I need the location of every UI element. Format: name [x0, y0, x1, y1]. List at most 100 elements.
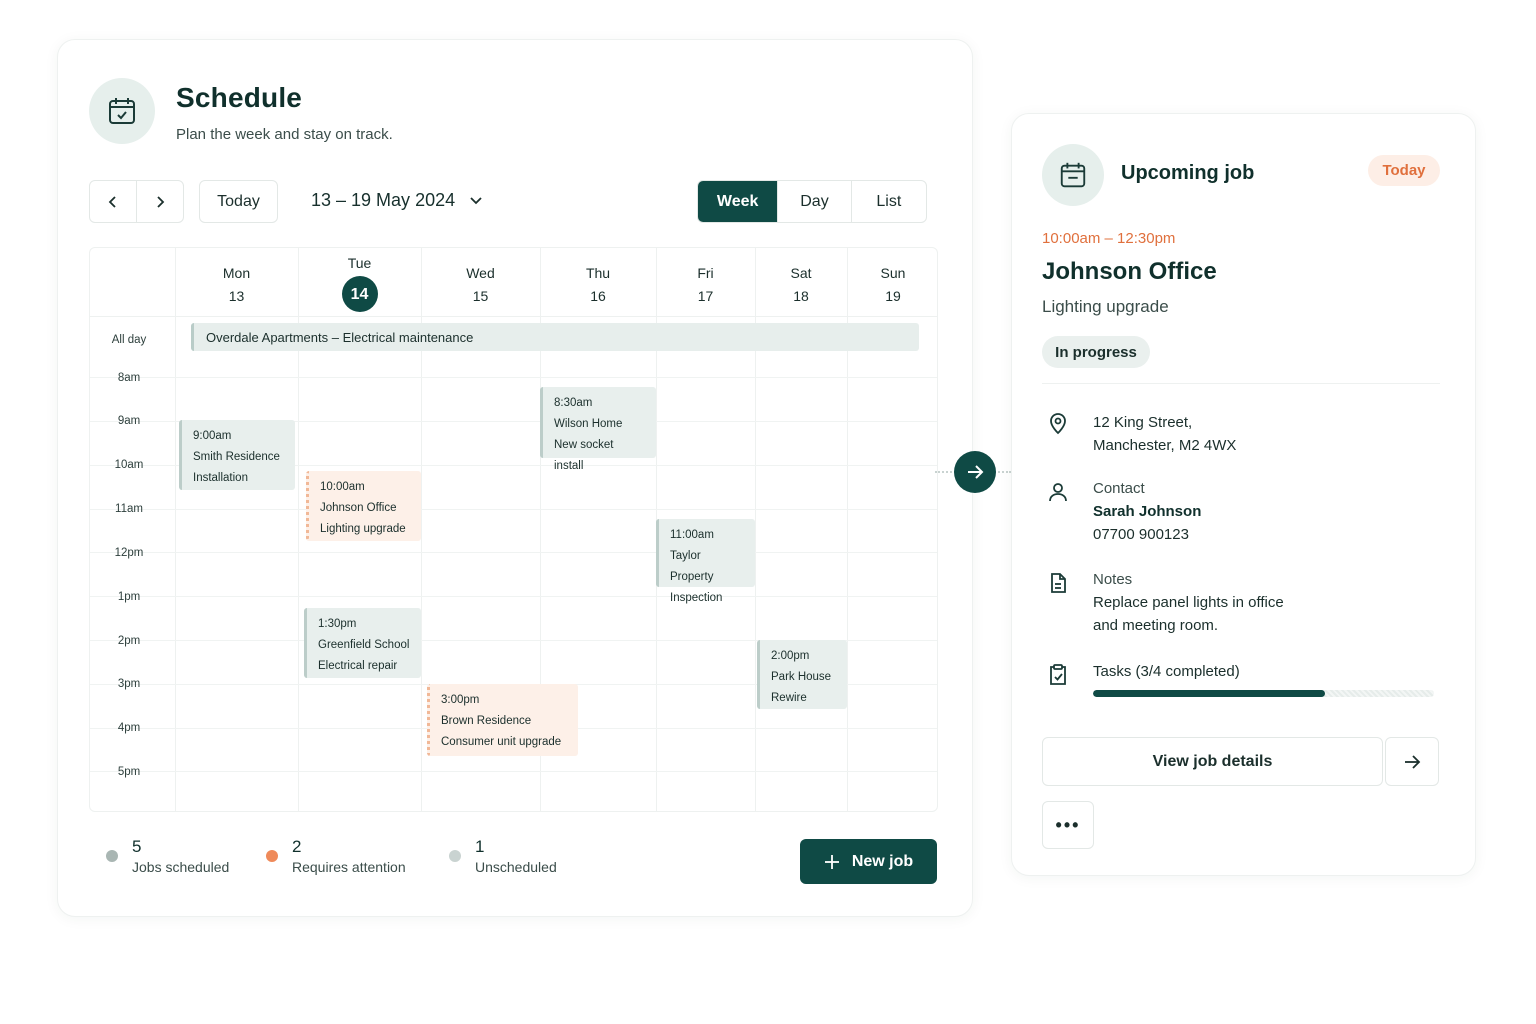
job-title: Johnson Office [1042, 258, 1217, 285]
event-task: Lighting upgrade [320, 523, 406, 535]
status-dot [106, 850, 118, 862]
day-header-fri[interactable]: Fri 17 [656, 262, 755, 308]
schedule-card: Schedule Plan the week and stay on track… [57, 39, 973, 917]
time-label: 9am [117, 415, 141, 427]
job-notes: Notes Replace panel lights in office and… [1093, 568, 1284, 637]
day-number: 13 [228, 288, 245, 304]
today-badge: Today [1368, 155, 1440, 186]
contact-label: Contact [1093, 480, 1145, 497]
notes-label: Notes [1093, 571, 1133, 588]
event-place: Greenfield School [318, 639, 410, 651]
event-place: Park House [771, 671, 832, 683]
time-label: 8am [117, 372, 141, 384]
contact-name: Sarah Johnson [1093, 503, 1202, 520]
tab-list[interactable]: List [852, 181, 926, 222]
calendar-grid: Mon 13 Tue 14 Wed 15 Thu 16 Fri 17 Sat 1… [89, 247, 938, 812]
tasks-progress-fill [1093, 690, 1325, 697]
chevron-right-icon [157, 195, 165, 208]
card-heading: Upcoming job [1121, 162, 1255, 184]
stat-label: Jobs scheduled [132, 859, 230, 875]
event-card[interactable]: 11:00am Taylor Property Inspection [656, 519, 755, 604]
date-range-dropdown[interactable]: 13 – 19 May 2024 [311, 190, 483, 211]
event-time: 3:00pm [441, 694, 480, 706]
calendar-icon [1042, 144, 1104, 206]
event-time: 9:00am [193, 430, 232, 442]
all-day-event[interactable]: Overdale Apartments – Electrical mainten… [191, 323, 919, 351]
time-label: 11am [115, 503, 143, 515]
status-dot [266, 850, 278, 862]
divider [1042, 383, 1440, 384]
day-header-thu[interactable]: Thu 16 [540, 262, 656, 308]
job-contact: Contact Sarah Johnson 07700 900123 [1093, 477, 1201, 546]
event-time: 2:00pm [771, 650, 810, 662]
day-name: Mon [222, 265, 251, 281]
tasks-label: Tasks (3/4 completed) [1093, 663, 1240, 680]
day-name: Wed [466, 265, 495, 281]
stat-count: 1 [475, 837, 485, 856]
week-nav [89, 180, 184, 223]
event-task: Rewire [771, 692, 807, 704]
address-line: Manchester, M2 4WX [1093, 437, 1237, 454]
today-button[interactable]: Today [199, 180, 278, 223]
event-time: 8:30am [554, 397, 593, 409]
time-label: 12pm [114, 547, 144, 559]
upcoming-job-card: Upcoming job Today 10:00am – 12:30pm Joh… [1011, 113, 1476, 876]
tab-week[interactable]: Week [698, 181, 779, 222]
event-place: Wilson Home [554, 418, 623, 430]
day-header-mon[interactable]: Mon 13 [175, 262, 298, 308]
stat-label: Unscheduled [475, 859, 557, 875]
arrow-right-icon [1405, 754, 1421, 769]
job-subtitle: Lighting upgrade [1042, 297, 1169, 316]
prev-week-button[interactable] [90, 181, 137, 222]
event-task: Electrical repair [318, 660, 398, 672]
event-time: 1:30pm [318, 618, 357, 630]
day-name: Sat [790, 265, 812, 281]
day-header-wed[interactable]: Wed 15 [421, 262, 540, 308]
calendar-icon [89, 78, 155, 144]
open-job-arrow-button[interactable] [1385, 737, 1439, 786]
event-card[interactable]: 10:00am Johnson Office Lighting upgrade [306, 471, 421, 541]
event-place: Smith Residence [193, 451, 280, 463]
job-address: 12 King Street, Manchester, M2 4WX [1093, 411, 1236, 457]
event-card[interactable]: 1:30pm Greenfield School Electrical repa… [304, 608, 421, 678]
event-task: New socket install [554, 439, 614, 472]
tab-day[interactable]: Day [778, 181, 852, 222]
checklist-icon [1050, 664, 1066, 685]
day-header-tue[interactable]: Tue 14 [298, 252, 421, 312]
day-number: 16 [590, 288, 606, 304]
day-number: 19 [885, 288, 901, 304]
event-time: 10:00am [320, 481, 365, 493]
stat-count: 5 [132, 837, 142, 856]
status-dot [449, 850, 461, 862]
event-place: Brown Residence [441, 715, 532, 727]
today-day-number: 14 [341, 276, 378, 312]
contact-phone[interactable]: 07700 900123 [1093, 523, 1201, 546]
day-number: 18 [793, 288, 809, 304]
stat-label: Requires attention [292, 859, 406, 875]
chevron-down-icon [470, 196, 482, 204]
notes-text: and meeting room. [1093, 617, 1219, 634]
day-header-sun[interactable]: Sun 19 [847, 262, 937, 308]
event-card[interactable]: 2:00pm Park House Rewire [757, 640, 847, 709]
day-name: Sun [880, 265, 906, 281]
day-name: Thu [585, 265, 611, 281]
new-job-button[interactable]: New job [800, 839, 937, 884]
event-place: Johnson Office [320, 502, 397, 514]
open-job-button[interactable] [954, 451, 996, 493]
time-label: 5pm [117, 766, 141, 778]
event-card[interactable]: 8:30am Wilson Home New socket install [540, 387, 656, 472]
location-pin-icon [1050, 413, 1066, 435]
event-time: 11:00am [670, 529, 714, 541]
view-job-details-button[interactable]: View job details [1042, 737, 1383, 786]
event-card[interactable]: 9:00am Smith Residence Installation [179, 420, 295, 490]
event-place: Taylor Property [670, 550, 714, 583]
event-card[interactable]: 3:00pm Brown Residence Consumer unit upg… [427, 684, 578, 756]
tasks-progress-bar [1093, 690, 1434, 697]
date-range-label: 13 – 19 May 2024 [311, 190, 456, 210]
day-header-sat[interactable]: Sat 18 [755, 262, 847, 308]
event-task: Inspection [670, 592, 723, 604]
all-day-label: All day [111, 334, 147, 346]
more-options-button[interactable]: ••• [1042, 801, 1094, 849]
notes-text: Replace panel lights in office [1093, 594, 1284, 611]
next-week-button[interactable] [137, 181, 183, 222]
